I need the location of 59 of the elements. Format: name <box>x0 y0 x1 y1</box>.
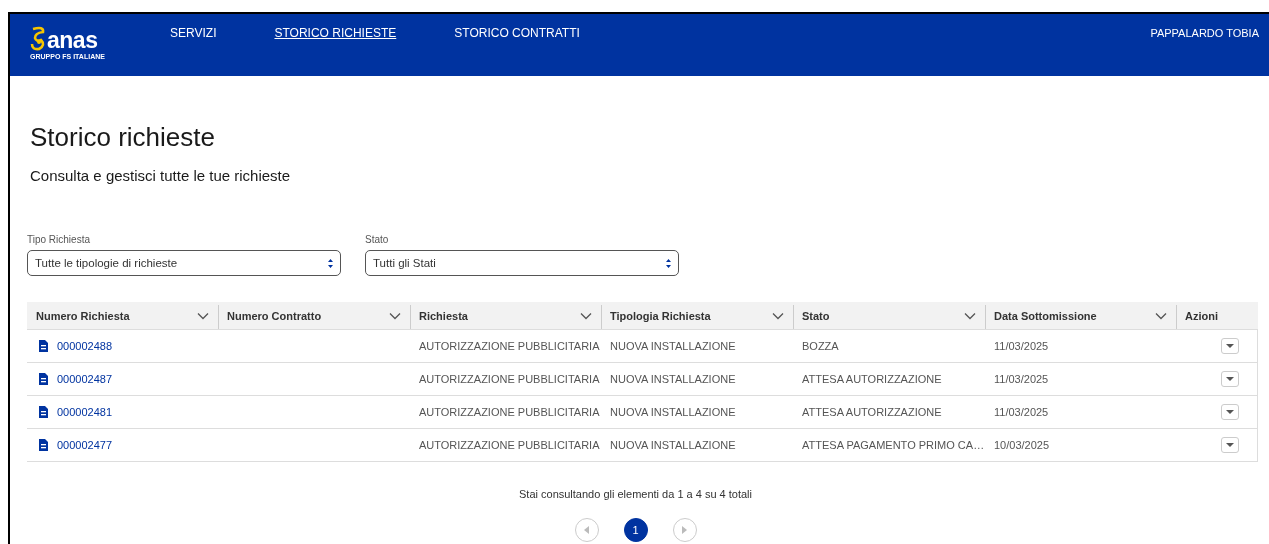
request-link[interactable]: 000002488 <box>57 340 113 352</box>
table-cell: BOZZA <box>802 340 839 352</box>
select-field[interactable]: Tutte le tipologie di richieste <box>27 250 341 276</box>
user-name[interactable]: PAPPALARDO TOBIA <box>1150 27 1259 39</box>
document-icon <box>38 373 48 385</box>
actions-dropdown-button[interactable] <box>1220 437 1239 453</box>
table-cell: ATTESA PAGAMENTO PRIMO CA… <box>802 439 985 451</box>
chevron-down-icon <box>389 311 401 320</box>
actions-dropdown-button[interactable] <box>1220 371 1239 387</box>
nav-link[interactable]: STORICO RICHIESTE <box>274 26 397 40</box>
nav-link[interactable]: STORICO CONTRATTI <box>454 26 580 40</box>
document-icon <box>38 406 48 418</box>
document-icon <box>38 439 48 451</box>
actions-dropdown-button[interactable] <box>1220 404 1239 420</box>
table-cell: ATTESA AUTORIZZAZIONE <box>802 406 942 418</box>
document-icon <box>38 340 48 352</box>
request-link[interactable]: 000002477 <box>57 439 113 451</box>
logo-wordmark: anas <box>47 29 98 51</box>
chevron-down-icon <box>964 311 976 320</box>
table-cell: 11/03/2025 <box>994 340 1049 352</box>
column-header[interactable]: Azioni <box>1185 309 1218 322</box>
table-cell: AUTORIZZAZIONE PUBBLICITARIA <box>419 340 600 352</box>
request-link[interactable]: 000002487 <box>57 373 113 385</box>
caret-icon <box>1225 443 1234 447</box>
triangle-right-icon <box>682 526 687 534</box>
filter-label: Stato <box>365 234 390 245</box>
chevron-down-icon <box>580 311 592 320</box>
select-arrows-icon <box>327 257 334 269</box>
table-cell: NUOVA INSTALLAZIONE <box>610 373 736 385</box>
caret-icon <box>1225 344 1234 348</box>
table-cell: 10/03/2025 <box>994 439 1050 451</box>
triangle-left-icon <box>584 526 589 534</box>
table-cell: AUTORIZZAZIONE PUBBLICITARIA <box>419 439 600 451</box>
caret-icon <box>1225 377 1234 381</box>
table-cell: NUOVA INSTALLAZIONE <box>610 340 736 352</box>
filter-label: Tipo Richiesta <box>27 234 91 245</box>
table-cell: NUOVA INSTALLAZIONE <box>610 439 736 451</box>
table-cell: AUTORIZZAZIONE PUBBLICITARIA <box>419 373 600 385</box>
select-field[interactable]: Tutti gli Stati <box>365 250 679 276</box>
request-link[interactable]: 000002481 <box>57 406 113 418</box>
table-cell: 11/03/2025 <box>994 406 1049 418</box>
table-cell: ATTESA AUTORIZZAZIONE <box>802 373 942 385</box>
table-cell: 11/03/2025 <box>994 373 1049 385</box>
actions-dropdown-button[interactable] <box>1220 338 1239 354</box>
select-arrows-icon <box>665 257 672 269</box>
chevron-down-icon <box>1155 311 1167 320</box>
page-title: Storico richieste <box>30 122 216 153</box>
chevron-down-icon <box>197 311 209 320</box>
table-cell: NUOVA INSTALLAZIONE <box>610 406 736 418</box>
chevron-down-icon <box>772 311 784 320</box>
caret-icon <box>1225 410 1234 414</box>
column-header[interactable]: Richiesta <box>419 309 468 322</box>
page-button[interactable]: 1 <box>623 518 648 542</box>
logo-icon <box>30 26 46 51</box>
pagination-summary: Stai consultando gli elementi da 1 a 4 su 4 totali <box>519 488 752 500</box>
column-header[interactable]: Stato <box>802 309 830 322</box>
nav-link[interactable]: SERVIZI <box>170 26 217 40</box>
page-subtitle: Consulta e gestisci tutte le tue richieste <box>30 167 292 184</box>
table-cell: AUTORIZZAZIONE PUBBLICITARIA <box>419 406 600 418</box>
